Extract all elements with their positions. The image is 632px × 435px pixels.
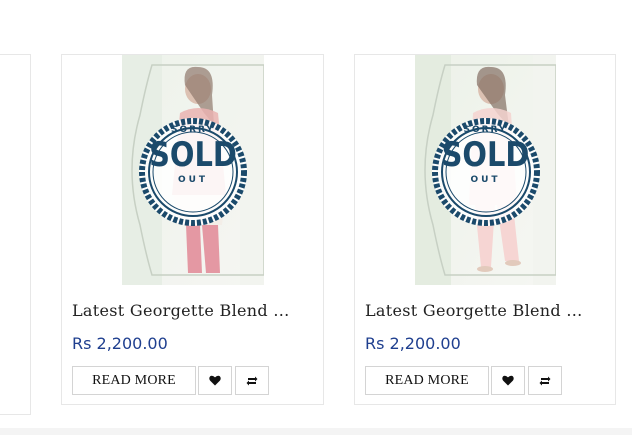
read-more-button[interactable]: READ MORE <box>72 366 196 395</box>
refresh-icon <box>539 376 551 385</box>
heart-icon <box>502 375 514 386</box>
refresh-icon <box>246 376 258 385</box>
page-footer-strip <box>0 428 632 435</box>
badge-text: SORRY SOLD OUT <box>441 125 530 185</box>
product-card-partial: ... <box>0 54 31 415</box>
product-card: SORRY SOLD OUT Latest Georgette Blend ..… <box>61 54 324 405</box>
wishlist-button[interactable] <box>491 366 525 395</box>
product-price: Rs 2,200.00 <box>72 334 168 353</box>
wishlist-button[interactable] <box>198 366 232 395</box>
heart-icon <box>209 375 221 386</box>
compare-button[interactable] <box>528 366 562 395</box>
product-title[interactable]: Latest Georgette Blend ... <box>72 301 312 320</box>
product-image[interactable]: SORRY SOLD OUT <box>415 55 556 285</box>
product-title[interactable]: Latest Georgette Blend ... <box>365 301 605 320</box>
read-more-button[interactable]: READ MORE <box>365 366 489 395</box>
product-card: SORRY SOLD OUT Latest Georgette Blend ..… <box>354 54 616 405</box>
product-image[interactable]: SORRY SOLD OUT <box>122 55 264 285</box>
compare-button[interactable] <box>235 366 269 395</box>
badge-text: SORRY SOLD OUT <box>149 125 237 185</box>
product-price: Rs 2,200.00 <box>365 334 461 353</box>
